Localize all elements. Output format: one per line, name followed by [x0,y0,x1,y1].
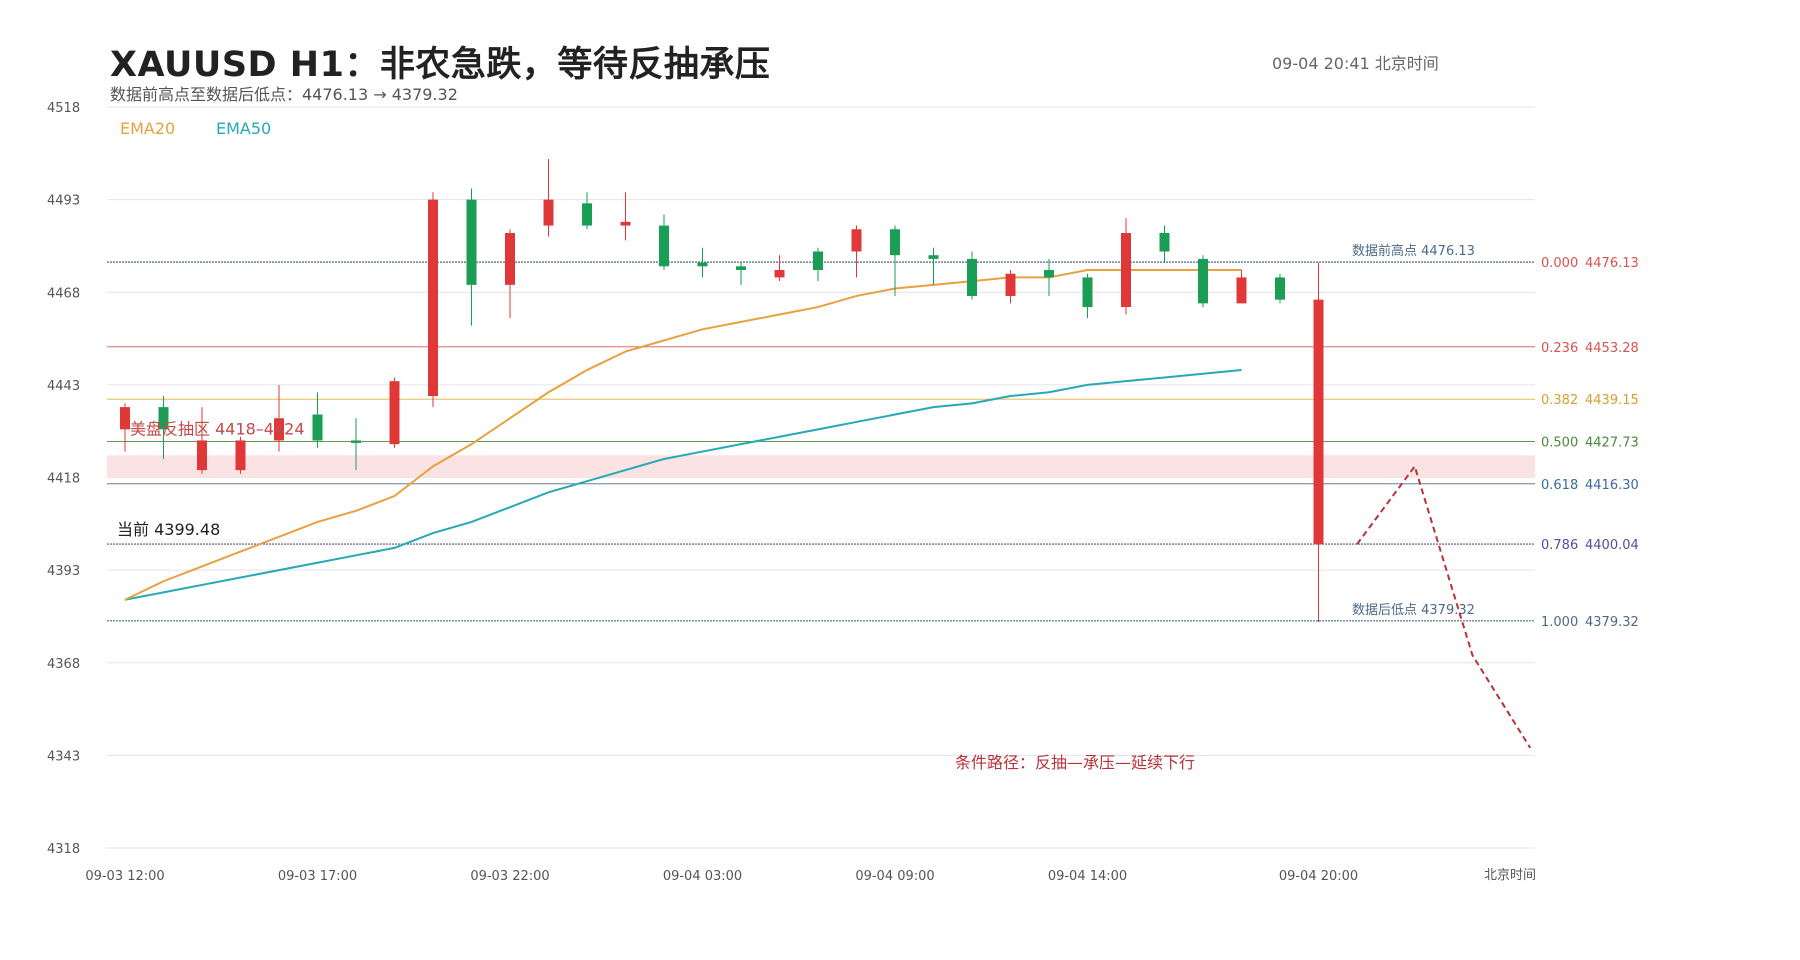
candle-body [1313,299,1324,545]
fib-ratio-label: 0.382 [1541,393,1578,408]
candle-body [1275,277,1285,300]
x-tick-label: 09-04 14:00 [1048,869,1127,884]
candle-body [1236,277,1247,304]
legend-ema50: EMA50 [216,119,271,138]
x-tick-label: 09-03 12:00 [85,869,164,884]
fib-ratio-label: 0.786 [1541,538,1578,553]
candle-body [466,199,477,285]
fib-price-label: 4427.73 [1585,435,1639,450]
candle-body [1082,277,1093,308]
zone-label: 美盘反抽区 4418–4424 [130,419,305,438]
fib-price-label: 4476.13 [1585,256,1639,271]
fib-ratio-label: 1.000 [1541,615,1578,630]
candle-body [505,232,515,285]
y-tick-label: 4443 [47,379,80,394]
x-axis-label: 北京时间 [1484,868,1536,883]
candle-body [736,266,746,271]
y-tick-label: 4393 [47,564,80,579]
candle-body [235,440,246,471]
candle-body [1159,232,1170,252]
candle-body [928,255,939,259]
fib-price-label: 4453.28 [1585,341,1639,356]
candle-body [851,229,862,252]
candle-body [1198,258,1208,304]
candle-body [659,225,669,267]
candle-body [120,407,130,430]
x-tick-label: 09-03 17:00 [278,869,357,884]
high-label: 数据前高点 4476.13 [1352,243,1475,259]
candle-body [774,270,785,278]
fib-ratio-label: 0.000 [1541,256,1578,271]
x-tick-label: 09-04 09:00 [855,869,934,884]
candle-body [1044,270,1054,278]
candle-body [620,221,631,226]
candle-body [197,440,207,471]
y-tick-label: 4518 [47,101,80,116]
y-tick-label: 4418 [47,472,80,487]
candle-body [967,258,977,296]
y-tick-label: 4318 [47,842,80,857]
y-tick-label: 4368 [47,657,80,672]
fib-ratio-label: 0.618 [1541,478,1578,493]
y-tick-label: 4343 [47,749,80,764]
x-tick-label: 09-04 03:00 [663,869,742,884]
candlestick-chart: 4518 4493 4468 4443 4418 4393 4368 4343 4318 09-0… [47,101,1639,884]
fib-price-label: 4400.04 [1585,538,1639,553]
x-tick-label: 09-03 22:00 [470,869,549,884]
candle-body [697,262,708,267]
fib-ratio-label: 0.236 [1541,341,1578,356]
candle-body [1121,232,1131,308]
fib-price-label: 4379.32 [1585,615,1639,630]
fib-price-label: 4439.15 [1585,393,1639,408]
x-tick-label: 09-04 20:00 [1279,869,1358,884]
candle-body [582,203,592,226]
candle-body [1005,273,1016,296]
ema50-line [124,369,1242,601]
fib-ratio-label: 0.500 [1541,435,1578,450]
candle-body [543,199,554,226]
candle-body [351,440,361,443]
fib-price-label: 4416.30 [1585,478,1639,493]
candle-body [428,199,438,396]
y-tick-label: 4468 [47,286,80,301]
candle-body [389,381,400,445]
candle-body [813,251,823,271]
y-tick-label: 4493 [47,194,80,209]
current-price-label: 当前 4399.48 [117,520,220,539]
path-label: 条件路径：反抽—承压—延续下行 [955,753,1195,772]
candle-body [890,229,900,256]
legend-ema20: EMA20 [120,119,175,138]
candle-body [312,414,323,441]
